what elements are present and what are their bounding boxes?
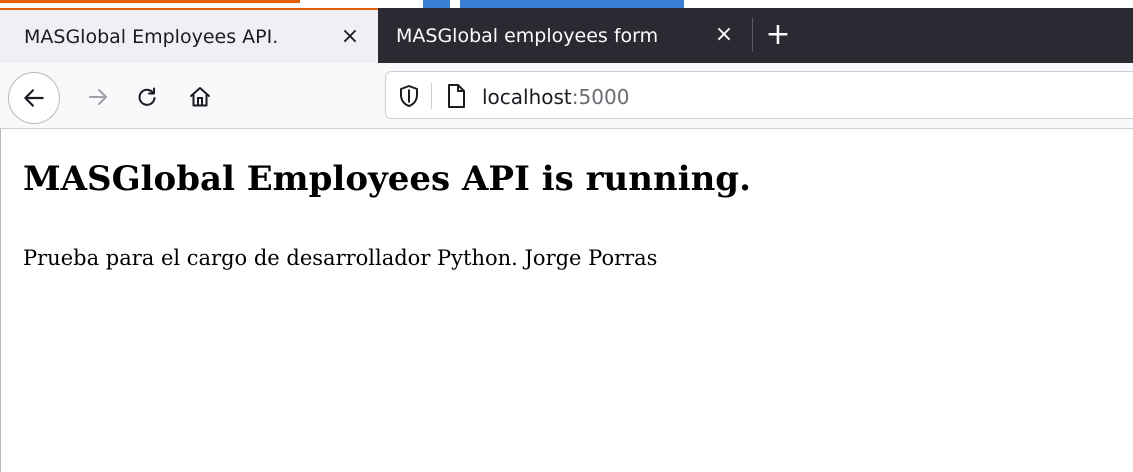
shield-icon[interactable] — [398, 84, 420, 108]
tab-bar: MASGlobal Employees API. × MASGlobal emp… — [0, 8, 1133, 63]
tab-masglobal-api[interactable]: MASGlobal Employees API. × — [0, 8, 378, 63]
url-host: localhost — [482, 85, 572, 109]
url-text[interactable]: localhost:5000 — [482, 85, 629, 109]
address-bar[interactable]: localhost:5000 — [385, 71, 1133, 119]
tab-title: MASGlobal Employees API. — [24, 25, 279, 48]
close-icon[interactable]: × — [336, 22, 364, 50]
close-icon[interactable]: × — [710, 20, 738, 48]
forward-button[interactable] — [78, 77, 118, 117]
arrow-left-icon — [24, 89, 44, 107]
window-top-strip — [0, 0, 1133, 8]
accent-line — [0, 0, 300, 3]
page-icon — [448, 84, 465, 108]
page-paragraph: Prueba para el cargo de desarrollador Py… — [23, 246, 658, 270]
arrow-right-icon — [89, 89, 107, 105]
tab-employees-form[interactable]: MASGlobal employees form × — [378, 8, 752, 63]
selection-highlight — [460, 0, 684, 8]
selection-highlight — [423, 0, 450, 8]
url-port: :5000 — [571, 85, 630, 109]
home-icon — [190, 87, 210, 107]
tab-title: MASGlobal employees form — [396, 24, 659, 47]
home-button[interactable] — [180, 77, 220, 117]
reload-button[interactable] — [127, 77, 167, 117]
back-button[interactable] — [8, 72, 60, 124]
page-heading: MASGlobal Employees API is running. — [23, 159, 751, 199]
navigation-toolbar: localhost:5000 — [0, 63, 1133, 129]
page-content: MASGlobal Employees API is running. Prue… — [0, 129, 1133, 472]
urlbar-divider — [431, 83, 432, 109]
new-tab-button[interactable]: + — [760, 16, 796, 52]
tab-divider — [752, 18, 753, 52]
reload-icon — [138, 87, 156, 106]
